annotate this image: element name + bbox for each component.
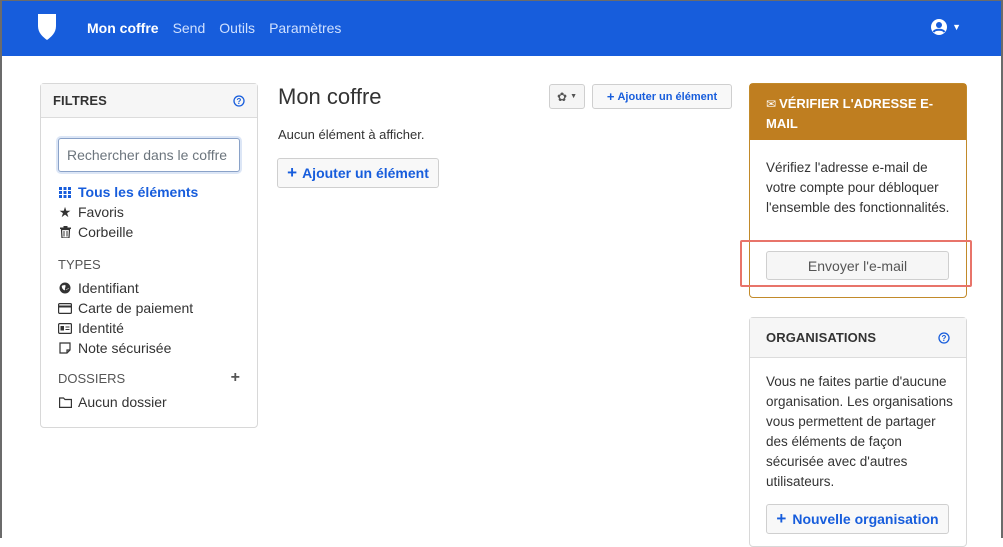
chevron-down-icon: ▼ xyxy=(952,22,961,32)
star-icon: ★ xyxy=(58,203,72,220)
filter-all-items-label: Tous les éléments xyxy=(78,184,199,200)
new-organisation-label: Nouvelle organisation xyxy=(792,511,939,527)
folders-heading: DOSSIERS + xyxy=(58,368,240,388)
question-circle-icon[interactable]: ? xyxy=(233,94,245,107)
vault-search-input[interactable] xyxy=(58,138,240,172)
folder-icon xyxy=(58,396,72,408)
id-card-icon xyxy=(58,322,72,334)
filter-favorites-label: Favoris xyxy=(78,204,124,220)
filter-trash-label: Corbeille xyxy=(78,224,134,240)
account-menu[interactable]: ▼ xyxy=(930,18,961,36)
filter-type-identity[interactable]: Identité xyxy=(58,318,248,338)
organisations-text: Vous ne faites partie d'aucune organisat… xyxy=(766,374,953,489)
filter-all-items[interactable]: Tous les éléments xyxy=(58,182,248,202)
filter-type-identity-label: Identité xyxy=(78,320,124,336)
top-navbar: Mon coffre Send Outils Paramètres ▼ xyxy=(0,0,1003,56)
verify-email-header: ✉ VÉRIFIER L'ADRESSE E-MAIL xyxy=(750,84,966,140)
nav-link-settings[interactable]: Paramètres xyxy=(262,0,348,56)
organisations-header: ORGANISATIONS ? xyxy=(750,318,966,358)
svg-text:?: ? xyxy=(942,334,947,343)
empty-state-text: Aucun élément à afficher. xyxy=(278,127,425,142)
svg-text:?: ? xyxy=(237,97,242,106)
collection-filters: Tous les éléments ★ Favoris Corbeille xyxy=(58,182,248,242)
filter-trash[interactable]: Corbeille xyxy=(58,222,248,242)
bitwarden-shield-logo[interactable] xyxy=(36,13,58,41)
toolbar-add-item-button[interactable]: + Ajouter un élément xyxy=(592,84,732,109)
grid-icon xyxy=(58,186,72,198)
types-section: TYPES Identifiant Carte de paiement Iden… xyxy=(58,254,248,358)
nav-link-send[interactable]: Send xyxy=(166,0,213,56)
envelope-icon: ✉ xyxy=(766,97,777,111)
highlight-box xyxy=(740,240,972,287)
new-organisation-button[interactable]: + Nouvelle organisation xyxy=(766,504,949,534)
user-circle-icon xyxy=(931,19,948,35)
verify-email-text: Vérifiez l'adresse e-mail de votre compt… xyxy=(766,160,950,215)
plus-icon: + xyxy=(606,89,615,104)
filter-no-folder[interactable]: Aucun dossier xyxy=(58,392,240,412)
filter-type-secure-note-label: Note sécurisée xyxy=(78,340,172,356)
vault-options-dropdown[interactable]: ✿ ▼ xyxy=(549,84,585,109)
caret-down-icon: ▼ xyxy=(570,93,577,100)
types-heading: TYPES xyxy=(58,254,248,274)
organisations-title: ORGANISATIONS xyxy=(766,330,877,345)
add-item-button[interactable]: + Ajouter un élément xyxy=(277,158,439,188)
filter-favorites[interactable]: ★ Favoris xyxy=(58,202,248,222)
add-folder-plus-icon[interactable]: + xyxy=(231,369,240,387)
folders-section: DOSSIERS + Aucun dossier xyxy=(58,368,240,412)
filter-no-folder-label: Aucun dossier xyxy=(78,394,167,410)
toolbar-add-item-label: Ajouter un élément xyxy=(617,90,718,103)
types-heading-label: TYPES xyxy=(58,256,101,272)
filter-type-card[interactable]: Carte de paiement xyxy=(58,298,248,318)
trash-icon xyxy=(58,226,72,238)
filter-type-card-label: Carte de paiement xyxy=(78,300,194,316)
nav-link-my-vault[interactable]: Mon coffre xyxy=(80,0,166,56)
filters-title: FILTRES xyxy=(53,93,107,108)
filter-type-login[interactable]: Identifiant xyxy=(58,278,248,298)
filter-type-login-label: Identifiant xyxy=(78,280,139,296)
plus-icon: + xyxy=(776,509,787,528)
credit-card-icon xyxy=(58,302,72,314)
gear-icon: ✿ xyxy=(557,89,568,104)
page-title: Mon coffre xyxy=(278,84,382,109)
question-circle-icon[interactable]: ? xyxy=(938,331,950,344)
organisations-card: ORGANISATIONS ? Vous ne faites partie d'… xyxy=(749,317,967,547)
verify-email-title: VÉRIFIER L'ADRESSE E-MAIL xyxy=(766,96,934,131)
filter-type-secure-note[interactable]: Note sécurisée xyxy=(58,338,248,358)
plus-icon: + xyxy=(287,163,298,182)
add-item-label: Ajouter un élément xyxy=(302,165,429,181)
nav-links: Mon coffre Send Outils Paramètres xyxy=(80,0,348,56)
nav-link-tools[interactable]: Outils xyxy=(212,0,262,56)
globe-icon xyxy=(58,282,72,294)
folders-heading-label: DOSSIERS xyxy=(58,370,126,386)
sticky-note-icon xyxy=(58,342,72,354)
filters-panel: FILTRES ? Tous les éléments ★ Favoris Co… xyxy=(40,83,258,428)
filters-header: FILTRES ? xyxy=(41,84,257,118)
